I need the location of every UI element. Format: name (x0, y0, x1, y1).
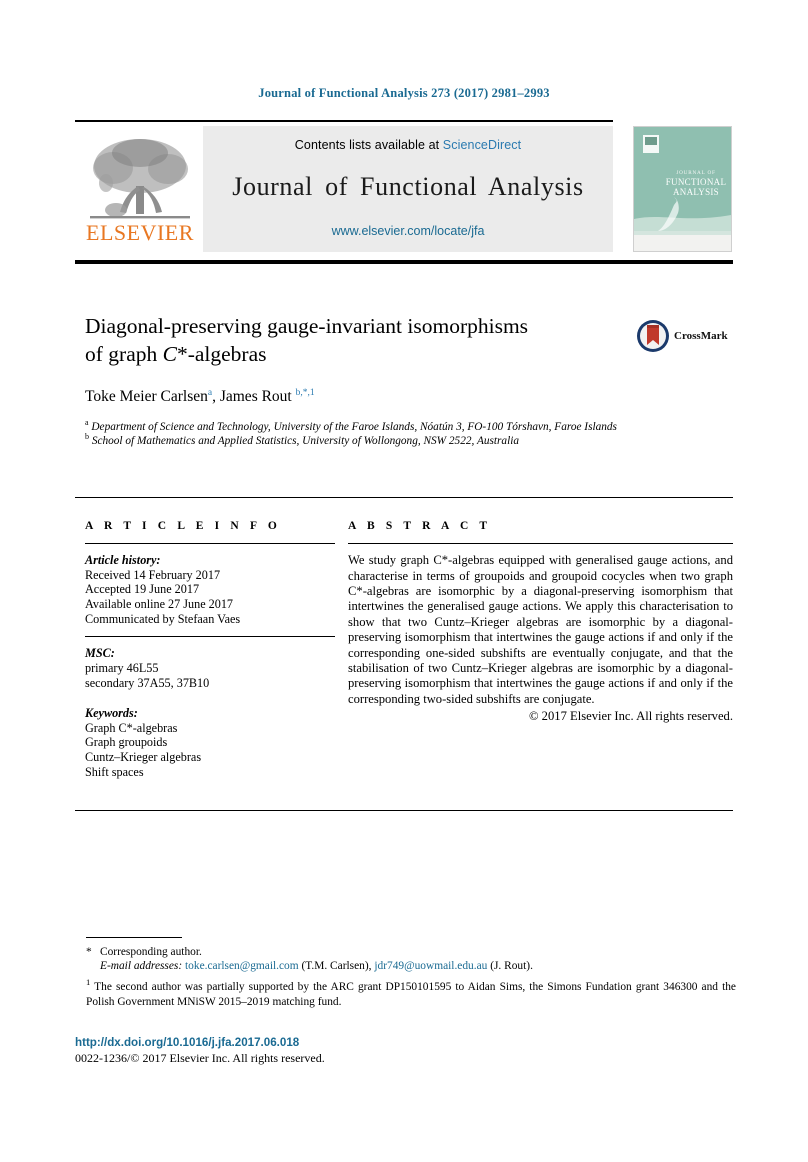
email-owner-rout: (J. Rout). (490, 960, 533, 973)
svg-text:ELSEVIER: ELSEVIER (86, 220, 194, 245)
title-line-2-suffix: *-algebras (176, 342, 267, 366)
crossmark-label: CrossMark (674, 330, 728, 342)
article-history-item: Accepted 19 June 2017 (85, 582, 200, 597)
journal-cover-thumbnail[interactable]: JOURNAL OF FUNCTIONAL ANALYSIS (633, 126, 732, 252)
cover-title-line1: JOURNAL OF (676, 170, 715, 176)
author-name[interactable]: James Rout (220, 388, 292, 405)
article-history-label: Article history: (85, 553, 161, 568)
abstract-heading: A B S T R A C T (348, 520, 492, 532)
email-addresses-line: E-mail addresses: toke.carlsen@gmail.com… (100, 959, 736, 973)
email-link-carlsen[interactable]: toke.carlsen@gmail.com (185, 960, 299, 972)
msc-item: primary 46L55 (85, 660, 159, 675)
article-history-item: Received 14 February 2017 (85, 567, 221, 582)
article-history-item: Communicated by Stefaan Vaes (85, 611, 241, 626)
title-line-2-prefix: of graph (85, 342, 163, 366)
keyword-item: Graph groupoids (85, 735, 168, 750)
issn-copyright-line: 0022-1236/© 2017 Elsevier Inc. All right… (75, 1051, 325, 1065)
contents-prefix: Contents lists available at (294, 138, 443, 152)
affiliation-text: School of Mathematics and Applied Statis… (91, 434, 520, 447)
keywords-block: Keywords: Graph C*-algebras Graph groupo… (85, 706, 335, 779)
funding-note: 1 The second author was partially suppor… (86, 977, 736, 1008)
msc-item: secondary 37A55, 37B10 (85, 675, 210, 690)
elsevier-logo: ELSEVIER (80, 128, 200, 252)
keyword-item: Graph C*-algebras (85, 720, 178, 735)
affiliation-mark: a (85, 418, 89, 428)
affiliation-item: a Department of Science and Technology, … (85, 418, 645, 435)
author-affiliation-mark: a (207, 387, 213, 398)
title-math-symbol: C (162, 342, 177, 366)
abstract-copyright: © 2017 Elsevier Inc. All rights reserved… (528, 709, 733, 724)
funding-note-mark: 1 (86, 977, 91, 988)
sciencedirect-link[interactable]: ScienceDirect (443, 138, 521, 152)
keywords-label: Keywords: (85, 706, 138, 721)
running-head: Journal of Functional Analysis 273 (2017… (258, 86, 550, 100)
journal-homepage-link[interactable]: www.elsevier.com/locate/jfa (332, 224, 485, 238)
keyword-item: Cuntz–Krieger algebras (85, 749, 202, 764)
elsevier-tree-icon (90, 139, 190, 219)
article-info-column: A R T I C L E I N F O Article history: R… (85, 520, 335, 779)
page-title: Diagonal-preserving gauge-invariant isom… (85, 312, 615, 368)
keyword-item: Shift spaces (85, 764, 144, 779)
email-link-rout[interactable]: jdr749@uowmail.edu.au (374, 960, 487, 972)
affiliation-list: a Department of Science and Technology, … (85, 418, 645, 449)
title-line-1: Diagonal-preserving gauge-invariant isom… (85, 314, 529, 338)
masthead-bottom-rule (75, 260, 733, 264)
contents-available-line: Contents lists available at ScienceDirec… (295, 138, 521, 152)
author-affiliation-mark: b,*,1 (295, 387, 315, 398)
abstract-rule (348, 543, 733, 545)
crossmark-badge[interactable]: CrossMark (636, 318, 732, 354)
author-name[interactable]: Toke Meier Carlsen (85, 388, 208, 405)
affiliation-item: b School of Mathematics and Applied Stat… (85, 431, 645, 449)
footnote-block: * Corresponding author. E-mail addresses:… (86, 945, 736, 1009)
email-owner-carlsen: (T.M. Carlsen), (301, 960, 372, 973)
abstract-bottom-rule (75, 810, 733, 812)
article-first-page: Journal of Functional Analysis 273 (2017… (0, 0, 808, 1162)
corresponding-author-mark: * (86, 946, 92, 958)
article-history: Article history: Received 14 February 20… (85, 553, 335, 626)
article-info-heading: A R T I C L E I N F O (85, 520, 281, 532)
cover-title-line3: ANALYSIS (673, 187, 719, 197)
email-label: E-mail addresses: (100, 960, 183, 973)
article-history-item: Available online 27 June 2017 (85, 596, 234, 611)
affiliation-text: Department of Science and Technology, Un… (91, 421, 617, 433)
journal-title: Journal of Functional Analysis (232, 172, 584, 201)
masthead-top-rule (75, 120, 613, 122)
msc-block: MSC: primary 46L55 secondary 37A55, 37B1… (85, 646, 335, 690)
funding-note-text: The second author was partially supporte… (86, 981, 736, 1008)
abstract-text: We study graph C*-algebras equipped with… (348, 553, 733, 706)
article-info-rule (85, 543, 335, 545)
corresponding-author-text: Corresponding author. (100, 946, 202, 958)
author-list: Toke Meier Carlsena, James Rout b,*,1 (85, 387, 315, 405)
doi-link[interactable]: http://dx.doi.org/10.1016/j.jfa.2017.06.… (75, 1036, 299, 1049)
journal-masthead: Contents lists available at ScienceDirec… (203, 126, 613, 252)
footnote-rule (86, 937, 182, 939)
article-info-rule-2 (85, 636, 335, 638)
msc-label: MSC: (85, 646, 115, 661)
corresponding-author-note: * Corresponding author. (86, 945, 736, 959)
crossmark-icon (637, 320, 669, 352)
abstract-column: A B S T R A C T We study graph C*-algebr… (348, 520, 733, 724)
cover-title-line2: FUNCTIONAL (666, 177, 727, 187)
affiliation-mark: b (85, 431, 89, 441)
affiliation-bottom-rule (75, 497, 733, 499)
